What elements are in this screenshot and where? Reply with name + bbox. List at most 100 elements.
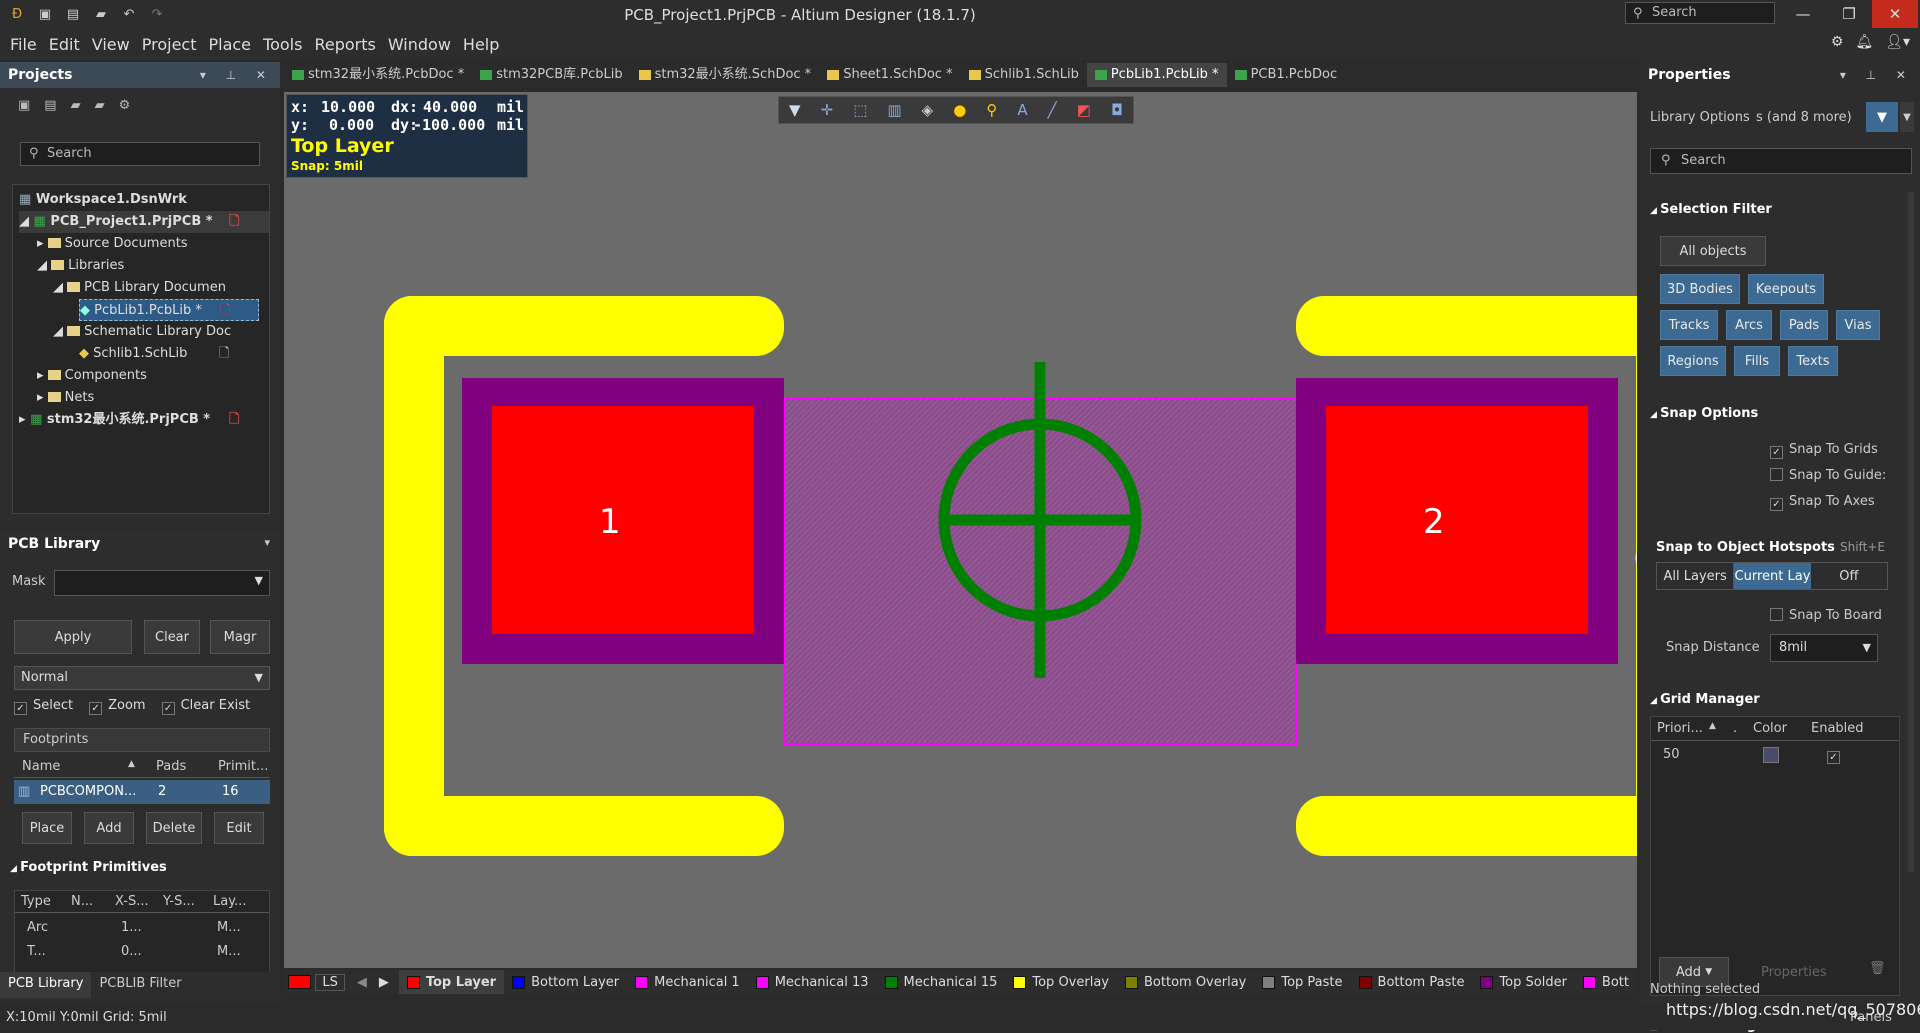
filter-vias[interactable]: Vias xyxy=(1836,310,1880,340)
col-layer[interactable]: Lay... xyxy=(213,894,246,909)
layer-tab-bottom-paste[interactable]: Bottom Paste xyxy=(1351,970,1473,994)
table-row[interactable]: 50 ✓ xyxy=(1651,743,1899,767)
panel-controls-icon[interactable]: ▾ ⊥ ✕ xyxy=(1840,62,1914,88)
grid-properties-button[interactable]: Properties xyxy=(1761,965,1827,980)
user-icon[interactable]: 👤︎▾ xyxy=(1885,34,1910,50)
properties-search-input[interactable]: ⚲ Search xyxy=(1650,148,1912,174)
snap-to-grids-checkbox[interactable]: ✓ Snap To Grids xyxy=(1770,442,1878,459)
table-row[interactable]: T... 0... M... xyxy=(15,941,269,963)
menu-reports[interactable]: Reports xyxy=(308,35,381,54)
select-checkbox[interactable]: ✓ Select xyxy=(14,698,73,715)
filter-3d-bodies[interactable]: 3D Bodies xyxy=(1660,274,1740,304)
clear-button[interactable]: Clear xyxy=(144,620,200,654)
add-button[interactable]: Add xyxy=(84,812,134,844)
chevron-down-icon[interactable]: ▼ xyxy=(255,574,263,587)
filter-texts[interactable]: Texts xyxy=(1788,346,1838,376)
pad-2[interactable] xyxy=(1326,406,1588,634)
grid-manager-title[interactable]: ◢ Grid Manager xyxy=(1650,692,1760,707)
filter-keepouts[interactable]: Keepouts xyxy=(1748,274,1824,304)
tree-item-libraries[interactable]: ◢ Libraries xyxy=(37,255,124,277)
close-button[interactable]: ✕ xyxy=(1872,0,1918,28)
tree-item-nets[interactable]: ▸ Nets xyxy=(37,387,94,409)
seg-all-layers[interactable]: All Layers xyxy=(1657,563,1735,589)
layer-tab-mechanical-15[interactable]: Mechanical 15 xyxy=(877,970,1006,994)
scroll-left-icon[interactable]: ◀ xyxy=(351,975,373,990)
snap-to-axes-checkbox[interactable]: ✓ Snap To Axes xyxy=(1770,494,1875,511)
menu-file[interactable]: File xyxy=(4,35,43,54)
chevron-down-icon[interactable]: ▼ xyxy=(1900,102,1914,132)
col-y-size[interactable]: Y-S... xyxy=(163,894,195,909)
all-objects-button[interactable]: All objects xyxy=(1660,236,1766,266)
tree-item-schematic-library-documents[interactable]: ◢ Schematic Library Doc xyxy=(53,321,231,343)
pcb-canvas[interactable]: x: 10.000 dx: 40.000 mil y: 0.000 dy: -1… xyxy=(284,92,1637,968)
panel-menu-icon[interactable]: ▾ xyxy=(264,536,270,549)
filter-regions[interactable]: Regions xyxy=(1660,346,1726,376)
layer-tab-bottom-layer[interactable]: Bottom Layer xyxy=(504,970,627,994)
layer-tab-mechanical-13[interactable]: Mechanical 13 xyxy=(748,970,877,994)
expand-icon[interactable]: ▸ xyxy=(37,368,48,383)
tab-pcb1-pcbdoc[interactable]: PCB1.PcbDoc xyxy=(1227,63,1346,87)
magnify-button[interactable]: Magr xyxy=(210,620,270,654)
expand-icon[interactable]: ▸ xyxy=(37,236,48,251)
tree-item-workspace[interactable]: ▦ Workspace1.DsnWrk xyxy=(19,189,187,211)
layer-tab-top-overlay[interactable]: Top Overlay xyxy=(1005,970,1117,994)
menu-help[interactable]: Help xyxy=(457,35,505,54)
expand-icon[interactable]: ◢ xyxy=(37,258,51,273)
menu-tools[interactable]: Tools xyxy=(257,35,308,54)
projects-search-input[interactable]: ⚲ Search xyxy=(20,142,260,166)
seg-off[interactable]: Off xyxy=(1811,563,1887,589)
expand-icon[interactable]: ◢ xyxy=(53,324,67,339)
tab-stm32-pcbdoc[interactable]: stm32最小系统.PcbDoc * xyxy=(284,63,472,87)
apply-button[interactable]: Apply xyxy=(14,620,132,654)
footprint-row[interactable]: ▥ PCBCOMPON... 2 16 xyxy=(14,780,270,804)
tree-item-schlib1[interactable]: ◆ Schlib1.SchLib 🗋︎ xyxy=(79,343,229,365)
col-pads[interactable]: Pads xyxy=(156,759,186,774)
menu-project[interactable]: Project xyxy=(136,35,203,54)
layer-tab-top-layer[interactable]: Top Layer xyxy=(398,970,505,994)
tab-pcblib1[interactable]: PcbLib1.PcbLib * xyxy=(1086,63,1227,87)
trash-icon[interactable]: 🗑︎ xyxy=(1869,961,1886,976)
minimize-button[interactable]: — xyxy=(1780,0,1826,28)
snap-to-guides-checkbox[interactable]: Snap To Guide: xyxy=(1770,468,1886,483)
col-name[interactable]: Name xyxy=(22,759,60,774)
tree-item-stm32-project[interactable]: ▸ ▦ stm32最小系统.PrjPCB * 🗋︎ xyxy=(19,409,239,431)
global-search[interactable]: ⚲ Search xyxy=(1625,2,1775,24)
col-x-size[interactable]: X-S... xyxy=(115,894,149,909)
save-all-icon[interactable]: ▤ xyxy=(44,98,56,113)
notifications-icon[interactable]: 🔔︎ xyxy=(1855,34,1873,50)
grid-enabled-checkbox[interactable]: ✓ xyxy=(1827,747,1846,764)
snap-options-title[interactable]: ◢ Snap Options xyxy=(1650,406,1758,421)
filter-fills[interactable]: Fills xyxy=(1734,346,1780,376)
expand-icon[interactable]: ▸ xyxy=(19,412,30,427)
table-row[interactable]: Arc 1... M... xyxy=(15,917,269,939)
col-priority[interactable]: Priori... xyxy=(1657,721,1703,736)
place-button[interactable]: Place xyxy=(22,812,72,844)
filter-arcs[interactable]: Arcs xyxy=(1726,310,1772,340)
menu-edit[interactable]: Edit xyxy=(43,35,86,54)
scroll-right-icon[interactable]: ▶ xyxy=(373,975,395,990)
menu-view[interactable]: View xyxy=(86,35,136,54)
expand-icon[interactable]: ◢ xyxy=(19,214,34,229)
expand-icon[interactable]: ▸ xyxy=(37,390,48,405)
col-color[interactable]: Color xyxy=(1753,721,1787,736)
tab-stm32-schdoc[interactable]: stm32最小系统.SchDoc * xyxy=(631,63,820,87)
snap-distance-select[interactable]: 8mil ▼ xyxy=(1770,634,1878,662)
snap-to-board-checkbox[interactable]: Snap To Board xyxy=(1770,608,1882,623)
save-icon[interactable]: ▣ xyxy=(18,98,30,113)
panel-controls-icon[interactable]: ▾ ⊥ ✕ xyxy=(200,62,274,88)
tree-item-components[interactable]: ▸ Components xyxy=(37,365,147,387)
mask-input[interactable]: ▼ xyxy=(54,570,270,596)
tree-item-source-documents[interactable]: ▸ Source Documents xyxy=(37,233,188,255)
tab-stm32-pcblib[interactable]: stm32PCB库.PcbLib xyxy=(472,63,630,87)
settings-icon[interactable]: ⚙ xyxy=(1831,34,1844,50)
open-doc-icon[interactable]: ▰ xyxy=(71,98,81,113)
menu-place[interactable]: Place xyxy=(202,35,257,54)
col-dot[interactable]: . xyxy=(1733,721,1737,736)
tab-pcb-library[interactable]: PCB Library xyxy=(0,972,92,998)
current-layer-swatch[interactable] xyxy=(288,975,312,989)
col-enabled[interactable]: Enabled xyxy=(1811,721,1864,736)
tab-schlib1[interactable]: Schlib1.SchLib xyxy=(961,63,1087,87)
tree-item-pcb-library-documents[interactable]: ◢ PCB Library Documen xyxy=(53,277,226,299)
selection-filter-title[interactable]: ◢ Selection Filter xyxy=(1650,202,1772,217)
settings-icon[interactable]: ⚙ xyxy=(119,98,131,113)
